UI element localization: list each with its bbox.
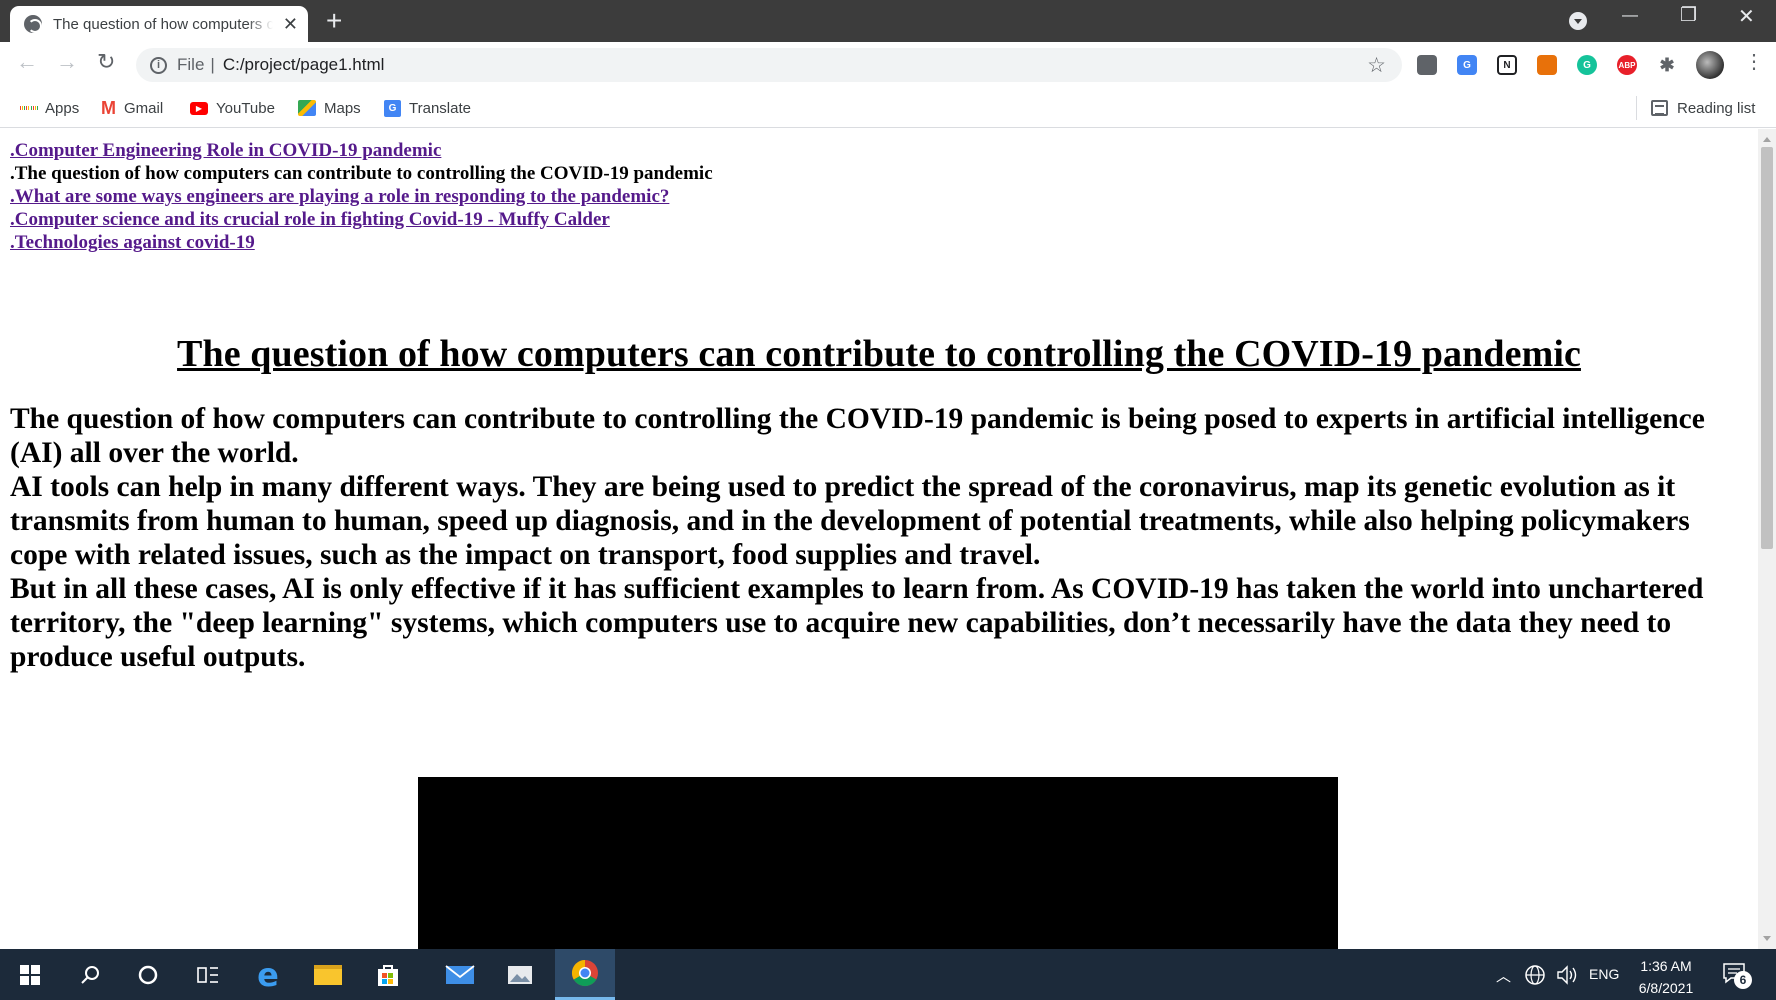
nav-link-computer-engineering[interactable]: .Computer Engineering Role in COVID-19 p… [10, 139, 713, 162]
mail-icon [445, 964, 475, 984]
gmail-icon: M [101, 97, 116, 118]
nav-link-engineers-role[interactable]: .What are some ways engineers are playin… [10, 185, 713, 208]
maps-icon [298, 100, 316, 116]
scroll-down-icon[interactable] [1763, 936, 1771, 945]
apps-grid-icon [20, 100, 37, 117]
tab-close-button[interactable]: ✕ [283, 15, 298, 33]
scroll-up-icon[interactable] [1763, 133, 1771, 142]
extension-1-icon[interactable] [1417, 55, 1437, 75]
start-button[interactable] [0, 949, 60, 1000]
nav-link-computer-science[interactable]: .Computer science and its crucial role i… [10, 208, 713, 231]
taskbar-mail[interactable] [430, 949, 490, 1000]
edge-icon: e [257, 955, 279, 994]
folder-icon [314, 964, 342, 985]
notion-icon[interactable]: N [1497, 55, 1517, 75]
forward-button[interactable]: → [56, 51, 78, 73]
address-bar[interactable]: i File | C:/project/page1.html ☆ [136, 48, 1402, 82]
profile-avatar[interactable] [1696, 51, 1724, 79]
tray-overflow-icon[interactable]: ︿ [1496, 965, 1511, 986]
action-center-button[interactable]: 6 [1722, 961, 1756, 991]
close-window-button[interactable]: ✕ [1738, 7, 1755, 27]
bookmark-youtube[interactable]: ▶ YouTube [190, 96, 275, 120]
scrollbar-thumb[interactable] [1761, 147, 1773, 549]
bookmark-label: Gmail [124, 99, 164, 117]
taskbar-chrome[interactable] [555, 949, 615, 1000]
network-globe-icon[interactable] [1524, 964, 1546, 986]
url-scheme: File [177, 55, 205, 74]
browser-tab[interactable]: The question of how computers can contri… [10, 6, 308, 42]
store-icon [378, 964, 398, 986]
reading-list-button[interactable]: Reading list [1636, 96, 1755, 120]
restore-button[interactable]: ❐ [1680, 6, 1697, 25]
bookmark-gmail[interactable]: M Gmail [101, 96, 163, 120]
page-nav-list: .Computer Engineering Role in COVID-19 p… [10, 139, 713, 254]
bookmark-label: Translate [409, 99, 471, 117]
task-view-icon [197, 966, 218, 983]
taskbar-store[interactable] [358, 949, 418, 1000]
cortana-button[interactable] [118, 949, 178, 1000]
tab-search-icon[interactable] [1569, 12, 1587, 30]
reading-list-icon [1651, 100, 1668, 116]
bookmark-maps[interactable]: Maps [298, 96, 361, 120]
taskbar-file-explorer[interactable] [298, 949, 358, 1000]
task-view-button[interactable] [178, 949, 238, 1000]
photos-icon [508, 965, 532, 984]
nav-link-current: .The question of how computers can contr… [10, 163, 713, 184]
grammarly-icon[interactable]: G [1577, 55, 1597, 75]
reload-button[interactable]: ↻ [97, 51, 115, 73]
article-paragraph: The question of how computers can contri… [10, 403, 1705, 469]
search-button[interactable] [60, 949, 120, 1000]
browser-menu-icon[interactable]: ⋮ [1744, 52, 1764, 72]
taskbar-clock[interactable]: 1:36 AM 6/8/2021 [1626, 955, 1706, 999]
article-paragraph: AI tools can help in many different ways… [10, 471, 1690, 571]
google-translate-icon[interactable]: G [1457, 55, 1477, 75]
minimize-button[interactable]: — [1622, 8, 1638, 24]
bookmark-apps[interactable]: Apps [20, 96, 79, 120]
page-scrollbar[interactable] [1758, 129, 1776, 949]
notification-count-badge: 6 [1734, 971, 1752, 989]
browser-toolbar: ← → ↻ i File | C:/project/page1.html ☆ G… [0, 42, 1776, 88]
new-tab-button[interactable]: + [326, 7, 342, 35]
volume-icon[interactable] [1555, 964, 1579, 986]
info-icon[interactable]: i [150, 56, 167, 74]
youtube-icon: ▶ [190, 101, 208, 115]
clock-time: 1:36 AM [1640, 958, 1692, 974]
clock-date: 6/8/2021 [1638, 980, 1694, 996]
chrome-icon [571, 959, 598, 987]
bookmark-label: Maps [324, 99, 361, 117]
page-title: The question of how computers can contri… [177, 333, 1581, 375]
search-icon [81, 965, 99, 984]
tab-title: The question of how computers can contri… [53, 15, 273, 33]
windows-logo-icon [20, 964, 40, 985]
bookmarks-bar: Apps M Gmail ▶ YouTube Maps G Translate … [0, 88, 1776, 128]
article-paragraph: But in all these cases, AI is only effec… [10, 573, 1704, 673]
bookmark-star-icon[interactable]: ☆ [1367, 53, 1386, 78]
translate-icon: G [384, 99, 401, 117]
reading-list-label: Reading list [1677, 99, 1756, 117]
back-button[interactable]: ← [16, 51, 38, 73]
globe-icon [24, 15, 42, 33]
windows-taskbar: e ︿ ENG 1:36 AM 6/8/2021 6 [0, 949, 1776, 1000]
article-body: The question of how computers can contri… [10, 402, 1746, 674]
video-player[interactable] [418, 777, 1338, 949]
taskbar-photos[interactable] [490, 949, 550, 1000]
cortana-icon [138, 965, 158, 984]
bookmark-translate[interactable]: G Translate [384, 96, 471, 120]
url-text[interactable]: C:/project/page1.html [223, 55, 385, 75]
nav-link-technologies[interactable]: .Technologies against covid-19 [10, 231, 713, 254]
page-viewport: .Computer Engineering Role in COVID-19 p… [0, 129, 1758, 949]
adblock-plus-icon[interactable]: ABP [1617, 55, 1637, 75]
taskbar-edge[interactable]: e [238, 949, 298, 1000]
browser-title-bar: The question of how computers can contri… [0, 0, 1776, 42]
extensions-puzzle-icon[interactable]: ✱ [1657, 55, 1677, 75]
url-separator: | [210, 55, 215, 74]
bookmark-label: YouTube [216, 99, 275, 117]
language-indicator[interactable]: ENG [1589, 966, 1619, 982]
cast-icon[interactable] [1537, 55, 1557, 75]
bookmark-label: Apps [45, 99, 80, 117]
